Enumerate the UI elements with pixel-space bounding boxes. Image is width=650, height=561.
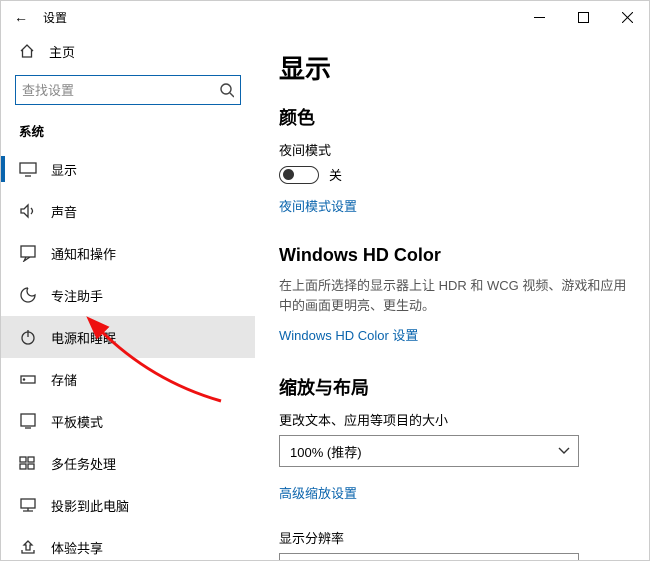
sidebar-item-label: 电源和睡眠: [51, 328, 116, 347]
resolution-select[interactable]: 1920 × 1080 (推荐): [279, 553, 579, 560]
page-title: 显示: [279, 49, 649, 86]
section-heading-scale: 缩放与布局: [279, 374, 649, 400]
sidebar-item-label: 存储: [51, 370, 77, 389]
sidebar-item-label: 专注助手: [51, 286, 103, 305]
tablet-icon: [19, 412, 37, 430]
advanced-scale-link[interactable]: 高级缩放设置: [279, 483, 357, 502]
section-heading-color: 颜色: [279, 104, 649, 130]
sidebar-item-project[interactable]: 投影到此电脑: [1, 484, 255, 526]
sidebar-item-shared[interactable]: 体验共享: [1, 526, 255, 560]
window-title: 设置: [41, 9, 67, 26]
focus-icon: [19, 286, 37, 304]
sidebar-item-label: 主页: [49, 42, 75, 61]
minimize-button[interactable]: [517, 1, 561, 33]
home-icon: [19, 43, 35, 59]
search-icon: [219, 82, 234, 98]
section-heading-hdcolor: Windows HD Color: [279, 245, 649, 266]
night-mode-settings-link[interactable]: 夜间模式设置: [279, 196, 357, 215]
multitask-icon: [19, 454, 37, 472]
sidebar-item-sound[interactable]: 声音: [1, 190, 255, 232]
scale-label: 更改文本、应用等项目的大小: [279, 410, 649, 429]
scale-select-value: 100% (推荐): [290, 442, 362, 461]
display-icon: [19, 160, 37, 178]
night-mode-label: 夜间模式: [279, 140, 649, 159]
sidebar-item-label: 多任务处理: [51, 454, 116, 473]
share-icon: [19, 538, 37, 556]
storage-icon: [19, 370, 37, 388]
night-mode-toggle[interactable]: [279, 166, 319, 184]
sidebar-item-label: 体验共享: [51, 538, 103, 557]
sidebar-section-heading: 系统: [1, 115, 255, 148]
power-icon: [19, 328, 37, 346]
sidebar-item-display[interactable]: 显示: [1, 148, 255, 190]
sidebar-item-multitask[interactable]: 多任务处理: [1, 442, 255, 484]
close-button[interactable]: [605, 1, 649, 33]
sidebar-item-tablet[interactable]: 平板模式: [1, 400, 255, 442]
search-input[interactable]: [15, 75, 241, 105]
resolution-select-value: 1920 × 1080 (推荐): [290, 560, 401, 561]
sidebar-item-label: 声音: [51, 202, 77, 221]
scale-select[interactable]: 100% (推荐): [279, 435, 579, 467]
sidebar-item-label: 平板模式: [51, 412, 103, 431]
notification-icon: [19, 244, 37, 262]
sidebar-item-home[interactable]: 主页: [1, 33, 255, 69]
resolution-label: 显示分辨率: [279, 528, 649, 547]
sidebar-item-notifications[interactable]: 通知和操作: [1, 232, 255, 274]
sidebar-item-focus[interactable]: 专注助手: [1, 274, 255, 316]
hdcolor-settings-link[interactable]: Windows HD Color 设置: [279, 325, 418, 344]
chevron-down-icon: [558, 445, 570, 457]
back-button[interactable]: ←: [1, 9, 41, 25]
sidebar-item-storage[interactable]: 存储: [1, 358, 255, 400]
hdcolor-description: 在上面所选择的显示器上让 HDR 和 WCG 视频、游戏和应用中的画面更明亮、更…: [279, 276, 629, 315]
sidebar-item-label: 通知和操作: [51, 244, 116, 263]
sound-icon: [19, 202, 37, 220]
maximize-button[interactable]: [561, 1, 605, 33]
project-icon: [19, 496, 37, 514]
sidebar-item-label: 投影到此电脑: [51, 496, 129, 515]
night-mode-state: 关: [329, 165, 342, 184]
sidebar-item-label: 显示: [51, 160, 77, 179]
sidebar-item-power[interactable]: 电源和睡眠: [1, 316, 255, 358]
